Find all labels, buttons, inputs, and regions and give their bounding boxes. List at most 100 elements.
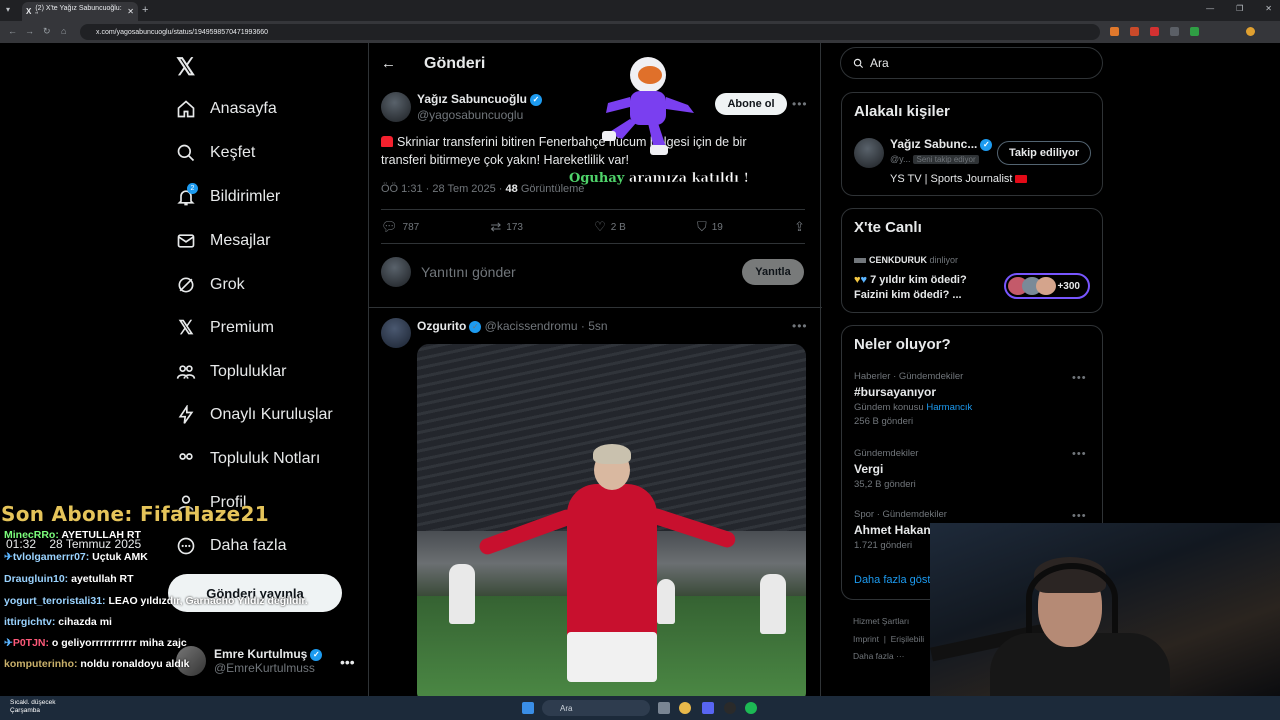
chat-message: ✈tvlolgamerrr07: Uçtuk AMK [4, 551, 148, 563]
x-logo-icon[interactable]: 𝕏 [176, 53, 195, 82]
back-icon[interactable]: ← [8, 26, 17, 36]
obs-icon[interactable] [724, 702, 736, 714]
live-listeners-pill[interactable]: +300 [1004, 273, 1090, 299]
live-space-title[interactable]: ♥♥ 7 yıldır kim ödedi? Faizini kim ödedi… [854, 273, 1004, 303]
taskbar-search[interactable]: Ara [542, 700, 650, 716]
reply-icon: 💬︎ [381, 219, 398, 234]
window-controls: — ❐ ✕ [1206, 4, 1272, 13]
divider [381, 243, 805, 244]
new-member-alert: Oguhay aramıza katıldı ! [569, 171, 750, 187]
chrome-icon[interactable] [679, 702, 691, 714]
url-bar[interactable]: x.com/yagosabuncuoglu/status/19495985704… [80, 24, 1100, 40]
extension-icon[interactable] [1190, 27, 1199, 36]
more-dots-icon[interactable]: ••• [1072, 372, 1087, 384]
spotify-icon[interactable] [745, 702, 757, 714]
more-dots-icon[interactable]: ••• [1072, 448, 1087, 460]
reply-photo[interactable] [417, 344, 806, 696]
address-bar-row: ← → ↻ ⌂ x.com/yagosabuncuoglu/status/194… [0, 21, 1280, 43]
chat-message: ✈P0TJN: o geliyorrrrrrrrrrr miha zajc [4, 637, 187, 649]
lightning-icon [176, 405, 196, 425]
reply-button[interactable]: Yanıtla [742, 259, 804, 285]
background-player [657, 579, 675, 624]
more-dots-icon[interactable]: ••• [792, 97, 808, 111]
minimize-icon[interactable]: — [1206, 4, 1214, 13]
live-card: X'te Canlı CENKDURUK dinliyor ♥♥ 7 yıldı… [841, 208, 1103, 313]
author-handle[interactable]: @yagosabuncuoglu [417, 108, 523, 122]
bell-icon: 2 [176, 183, 198, 207]
tab-close-icon[interactable]: ✕ [127, 7, 134, 16]
share-action[interactable]: ⇪ [794, 219, 805, 235]
nav-label: Keşfet [210, 144, 256, 161]
reply-input[interactable]: Yanıtını gönder [421, 264, 516, 280]
chat-message: MinecRRo: AYETULLAH RT [4, 529, 141, 541]
audio-bars-icon [854, 258, 866, 264]
tab-search-icon[interactable]: ▾ [6, 5, 10, 14]
nav-item-premium[interactable]: 𝕏 Premium [176, 318, 274, 339]
search-placeholder: Ara [870, 56, 889, 70]
repost-action[interactable]: ⇄ 173 [490, 219, 523, 235]
show-more-link[interactable]: Daha fazla göst [854, 574, 930, 586]
close-window-icon[interactable]: ✕ [1265, 4, 1272, 13]
like-action[interactable]: ♡ 2 B [594, 219, 626, 235]
nav-item-communities[interactable]: Topluluklar [176, 362, 286, 382]
home-icon [176, 99, 196, 119]
avatar [381, 257, 411, 287]
nav-item-home[interactable]: Anasayfa [176, 99, 277, 119]
card-title: X'te Canlı [854, 219, 922, 236]
nav-item-messages[interactable]: Mesajlar [176, 231, 270, 251]
extension-icon[interactable] [1110, 27, 1119, 36]
nav-item-community-notes[interactable]: Topluluk Notları [176, 449, 320, 469]
reply-action[interactable]: 💬︎ 787 [381, 219, 419, 235]
trend-item[interactable]: Gündemdekiler Vergi 35,2 B gönderi [854, 448, 918, 490]
trend-item[interactable]: Haberler · Gündemdekiler #bursayanıyor G… [854, 371, 972, 427]
search-input[interactable]: Ara [840, 47, 1103, 79]
reply-author-avatar[interactable] [381, 318, 411, 348]
tab-title: (2) X'te Yağız Sabuncuoğlu: " [35, 4, 122, 19]
search-icon [176, 143, 196, 163]
footer-terms-link[interactable]: Hizmet Şartları [853, 616, 909, 626]
reload-icon[interactable]: ↻ [43, 26, 51, 37]
browser-tab-strip: ▾ X (2) X'te Yağız Sabuncuoğlu: " ✕ + — … [0, 0, 1280, 21]
tweet-time[interactable]: ÖÖ 1:31 · 28 Tem 2025 · [381, 183, 506, 195]
author-avatar[interactable] [381, 92, 411, 122]
new-tab-icon[interactable]: + [142, 4, 148, 16]
extension-icon[interactable] [1170, 27, 1179, 36]
nav-item-verified-orgs[interactable]: Onaylı Kuruluşlar [176, 405, 333, 425]
mail-icon [176, 231, 196, 251]
avatar[interactable] [854, 138, 884, 168]
nav-item-notifications[interactable]: 2 Bildirimler [176, 183, 280, 207]
reply-author[interactable]: Ozgurito ✓ @kacissendromu · 5sn [417, 319, 608, 333]
trend-link[interactable]: Harmancık [926, 402, 972, 413]
back-arrow-icon[interactable]: ← [381, 55, 396, 72]
person-name[interactable]: Yağız Sabunc... ✓ [890, 137, 993, 151]
footer-more-link[interactable]: Daha fazla ··· [853, 651, 905, 661]
person-handle: @y... Seni takip ediyor [890, 154, 979, 164]
tweet-text: Skriniar transferini bitiren Fenerbahçe … [381, 135, 747, 167]
discord-icon[interactable] [702, 702, 714, 714]
nav-item-explore[interactable]: Keşfet [176, 143, 255, 163]
nav-item-grok[interactable]: Grok [176, 275, 245, 295]
home-browser-icon[interactable]: ⌂ [61, 26, 66, 36]
subscribe-button[interactable]: Abone ol [715, 93, 787, 115]
chat-message: Draugluin10: ayetullah RT [4, 573, 134, 585]
communities-icon [176, 362, 196, 382]
windows-start-icon[interactable] [522, 702, 534, 714]
forward-icon[interactable]: → [25, 26, 34, 36]
following-button[interactable]: Takip ediliyor [997, 141, 1091, 165]
browser-tab[interactable]: X (2) X'te Yağız Sabuncuoğlu: " ✕ [22, 2, 138, 21]
task-view-icon[interactable] [658, 702, 670, 714]
x-page: 𝕏 Anasayfa Keşfet 2 Bildirimler Mesajlar… [0, 43, 1280, 696]
background-player [760, 574, 786, 634]
extension-icon[interactable] [1150, 27, 1159, 36]
grok-icon [176, 275, 196, 295]
weather-widget[interactable]: Sıcakl. düşecek Çarşamba [10, 699, 56, 715]
profile-avatar-icon[interactable] [1246, 27, 1255, 36]
author-name[interactable]: Yağız Sabuncuoğlu ✓ [417, 92, 543, 106]
restore-icon[interactable]: ❐ [1236, 4, 1243, 13]
chat-message: komputerinho: noldu ronaldoyu aldık [4, 658, 190, 670]
bookmark-action[interactable]: ⛉ 19 [697, 219, 723, 235]
extension-icon[interactable] [1130, 27, 1139, 36]
more-dots-icon[interactable]: ••• [792, 319, 808, 333]
more-dots-icon[interactable]: ••• [1072, 510, 1087, 522]
nav-label: Anasayfa [210, 100, 277, 117]
